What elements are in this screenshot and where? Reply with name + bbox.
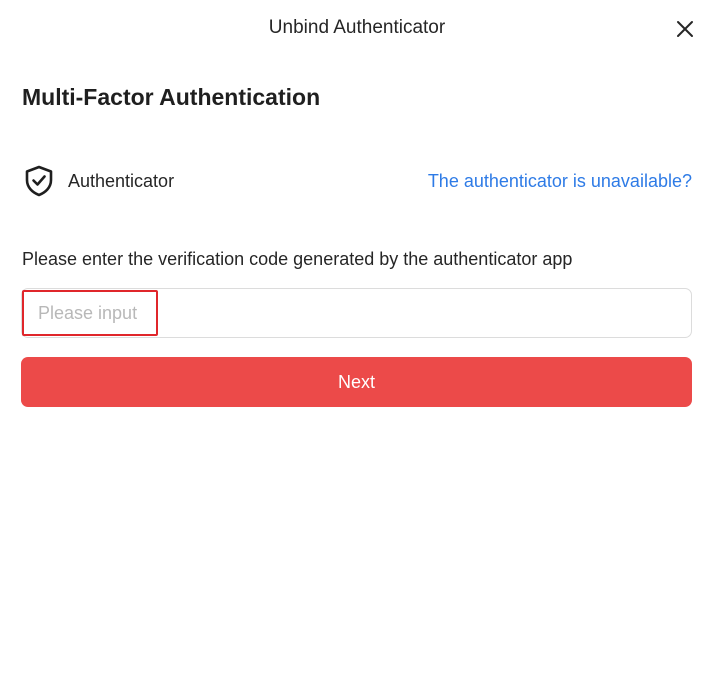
authenticator-method-row: Authenticator The authenticator is unava… (22, 163, 692, 199)
verification-code-input[interactable] (22, 290, 158, 336)
authenticator-unavailable-link[interactable]: The authenticator is unavailable? (428, 171, 692, 192)
verification-instruction: Please enter the verification code gener… (22, 249, 573, 269)
page-title: Multi-Factor Authentication (22, 84, 321, 110)
close-icon (677, 21, 693, 37)
shield-check-icon (22, 164, 56, 198)
next-button[interactable]: Next (21, 357, 692, 407)
authenticator-method: Authenticator (22, 164, 174, 198)
close-button[interactable] (670, 14, 700, 44)
verification-code-field (21, 288, 692, 338)
unbind-authenticator-dialog: Unbind Authenticator Multi-Factor Authen… (0, 0, 714, 697)
dialog-title: Unbind Authenticator (268, 17, 446, 38)
authenticator-label: Authenticator (68, 170, 175, 191)
